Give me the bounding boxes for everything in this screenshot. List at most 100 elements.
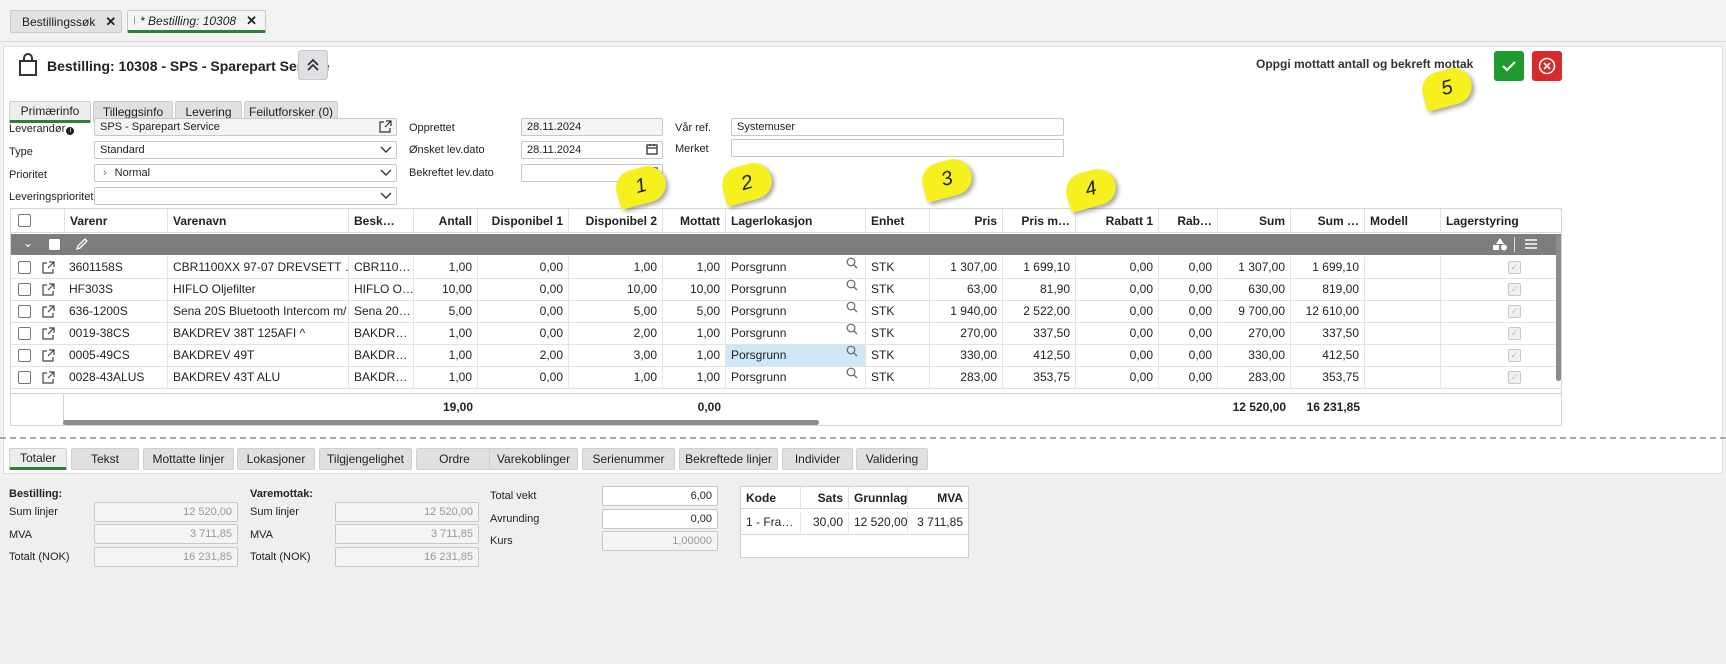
cell-mottatt[interactable]: 1,00 bbox=[663, 367, 726, 388]
bottom-tab-tekst[interactable]: Tekst bbox=[71, 448, 139, 470]
tab-bestilling-10308[interactable]: * Bestilling: 10308 ✕ bbox=[127, 10, 266, 33]
select-all-checkbox[interactable] bbox=[18, 214, 31, 227]
search-icon[interactable] bbox=[846, 301, 858, 313]
col-lagerlokasjon[interactable]: Lagerlokasjon bbox=[726, 209, 866, 233]
table-row[interactable]: 0019-38CS BAKDREV 38T 125AFI ^ BAKDR… 1,00 0… bbox=[11, 323, 1561, 345]
leveringsprioritet-select[interactable] bbox=[94, 187, 397, 205]
cell-mottatt[interactable]: 1,00 bbox=[663, 345, 726, 366]
menu-icon[interactable] bbox=[1524, 238, 1538, 253]
onsket-label: Ønsket lev.dato bbox=[409, 144, 485, 156]
cell-pris: 283,00 bbox=[930, 367, 1003, 388]
var-ref-field[interactable]: Systemuser bbox=[731, 118, 1064, 136]
bottom-tab-tilgjengelighet[interactable]: Tilgjengelighet bbox=[319, 448, 412, 470]
col-enhet[interactable]: Enhet bbox=[866, 209, 930, 233]
bottom-tab-ordre[interactable]: Ordre bbox=[416, 448, 493, 470]
row-checkbox[interactable] bbox=[18, 283, 31, 296]
open-external-icon[interactable] bbox=[42, 349, 55, 365]
cell-disp2: 2,00 bbox=[569, 323, 663, 344]
prioritet-select[interactable]: › Normal bbox=[94, 164, 397, 182]
open-external-icon[interactable] bbox=[379, 120, 392, 135]
col-mottatt[interactable]: Mottatt bbox=[663, 209, 726, 233]
chevron-down-icon[interactable]: ⌄ bbox=[23, 236, 33, 250]
bottom-tab-bekreftede-linjer[interactable]: Bekreftede linjer bbox=[679, 448, 778, 470]
pencil-icon[interactable] bbox=[75, 237, 89, 254]
confirm-button[interactable] bbox=[1494, 51, 1524, 81]
open-external-icon[interactable] bbox=[42, 371, 55, 387]
open-external-icon[interactable] bbox=[42, 305, 55, 321]
cell-rab: 0,00 bbox=[1159, 367, 1218, 388]
shapes-icon[interactable] bbox=[1492, 237, 1508, 254]
cancel-button[interactable] bbox=[1532, 51, 1562, 81]
row-checkbox[interactable] bbox=[18, 305, 31, 318]
cell-summ: 353,75 bbox=[1291, 367, 1365, 388]
bestilling-sum-field: 12 520,00 bbox=[94, 502, 238, 522]
row-checkbox[interactable] bbox=[18, 349, 31, 362]
table-row[interactable]: 0028-43ALUS BAKDREV 43T ALU BAKDR… 1,00 0,00… bbox=[11, 367, 1561, 389]
bottom-tab-validering[interactable]: Validering bbox=[856, 448, 928, 470]
open-external-icon[interactable] bbox=[42, 261, 55, 277]
cell-mottatt[interactable]: 1,00 bbox=[663, 257, 726, 278]
cancel-circle-icon bbox=[1538, 57, 1556, 75]
search-icon[interactable] bbox=[846, 257, 858, 269]
bottom-tab-serienummer[interactable]: Serienummer bbox=[582, 448, 675, 470]
row-checkbox[interactable] bbox=[18, 327, 31, 340]
search-icon[interactable] bbox=[846, 279, 858, 291]
cell-modell bbox=[1365, 301, 1441, 322]
col-pris-m[interactable]: Pris m… bbox=[1003, 209, 1076, 233]
bottom-tab-individer[interactable]: Individer bbox=[782, 448, 853, 470]
row-checkbox[interactable] bbox=[18, 371, 31, 384]
table-row[interactable]: 636-1200S Sena 20S Bluetooth Intercom m/…… bbox=[11, 301, 1561, 323]
total-vekt-field[interactable]: 6,00 bbox=[602, 486, 718, 506]
col-sum-m[interactable]: Sum … bbox=[1291, 209, 1365, 233]
merket-field[interactable] bbox=[731, 139, 1064, 157]
cell-mottatt[interactable]: 10,00 bbox=[663, 279, 726, 300]
row-checkbox[interactable] bbox=[18, 261, 31, 274]
tab-primaerinfo[interactable]: Primærinfo bbox=[9, 101, 91, 123]
cell-prism: 81,90 bbox=[1003, 279, 1076, 300]
lager-search-wrap bbox=[726, 345, 866, 366]
table-row[interactable]: 3601158S CBR1100XX 97-07 DREVSETT … CBR110… bbox=[11, 257, 1561, 279]
col-modell[interactable]: Modell bbox=[1365, 209, 1441, 233]
col-pris[interactable]: Pris bbox=[930, 209, 1003, 233]
col-lagerstyring[interactable]: Lagerstyring bbox=[1441, 209, 1561, 233]
panel-splitter[interactable] bbox=[0, 437, 1726, 439]
col-beskrivelse[interactable]: Besk… bbox=[349, 209, 414, 233]
bottom-tab-totaler[interactable]: Totaler bbox=[9, 448, 67, 470]
open-external-icon[interactable] bbox=[42, 283, 55, 299]
onsket-date-field[interactable]: 28.11.2024 bbox=[521, 141, 663, 159]
col-rab[interactable]: Rab… bbox=[1159, 209, 1218, 233]
group-checkbox[interactable] bbox=[48, 238, 61, 251]
cell-disp2: 1,00 bbox=[569, 257, 663, 278]
table-row[interactable]: 0005-49CS BAKDREV 49T BAKDR… 1,00 2,00 3,00 1,… bbox=[11, 345, 1561, 367]
calendar-icon[interactable] bbox=[646, 143, 658, 158]
tab-label: Bestillingssøk bbox=[22, 14, 96, 29]
table-row[interactable]: HF303S HIFLO Oljefilter HIFLO O… 10,00 0,00 1… bbox=[11, 279, 1561, 301]
search-icon[interactable] bbox=[846, 367, 858, 379]
bottom-tab-varekoblinger[interactable]: Varekoblinger bbox=[489, 448, 578, 470]
sum-linjer-label: Sum linjer bbox=[9, 506, 58, 518]
bottom-tab-mottatte-linjer[interactable]: Mottatte linjer bbox=[143, 448, 234, 470]
vertical-scrollbar[interactable] bbox=[1556, 235, 1561, 381]
close-icon[interactable]: ✕ bbox=[246, 13, 257, 29]
col-rabatt1[interactable]: Rabatt 1 bbox=[1076, 209, 1159, 233]
cell-mottatt[interactable]: 1,00 bbox=[663, 323, 726, 344]
col-antall[interactable]: Antall bbox=[414, 209, 478, 233]
close-icon[interactable]: ✕ bbox=[105, 14, 116, 30]
col-varenavn[interactable]: Varenavn bbox=[168, 209, 349, 233]
bottom-tab-lokasjoner[interactable]: Lokasjoner bbox=[237, 448, 315, 470]
search-icon[interactable] bbox=[846, 323, 858, 335]
search-icon[interactable] bbox=[846, 345, 858, 357]
collapse-header-button[interactable] bbox=[298, 50, 328, 80]
cell-mottatt[interactable]: 5,00 bbox=[663, 301, 726, 322]
type-select[interactable]: Standard bbox=[94, 141, 397, 159]
horizontal-scrollbar[interactable] bbox=[63, 420, 819, 425]
leverandor-field[interactable]: SPS - Sparepart Service bbox=[94, 118, 397, 136]
tab-bestillingssok[interactable]: Bestillingssøk ✕ bbox=[10, 10, 122, 33]
col-sum[interactable]: Sum bbox=[1218, 209, 1291, 233]
avrunding-field[interactable]: 0,00 bbox=[602, 509, 718, 529]
mva-col-grunnlag: Grunnlag bbox=[849, 487, 908, 509]
open-external-icon[interactable] bbox=[42, 327, 55, 343]
col-varenr[interactable]: Varenr bbox=[64, 209, 168, 233]
col-disponibel2[interactable]: Disponibel 2 bbox=[569, 209, 663, 233]
col-disponibel1[interactable]: Disponibel 1 bbox=[478, 209, 569, 233]
